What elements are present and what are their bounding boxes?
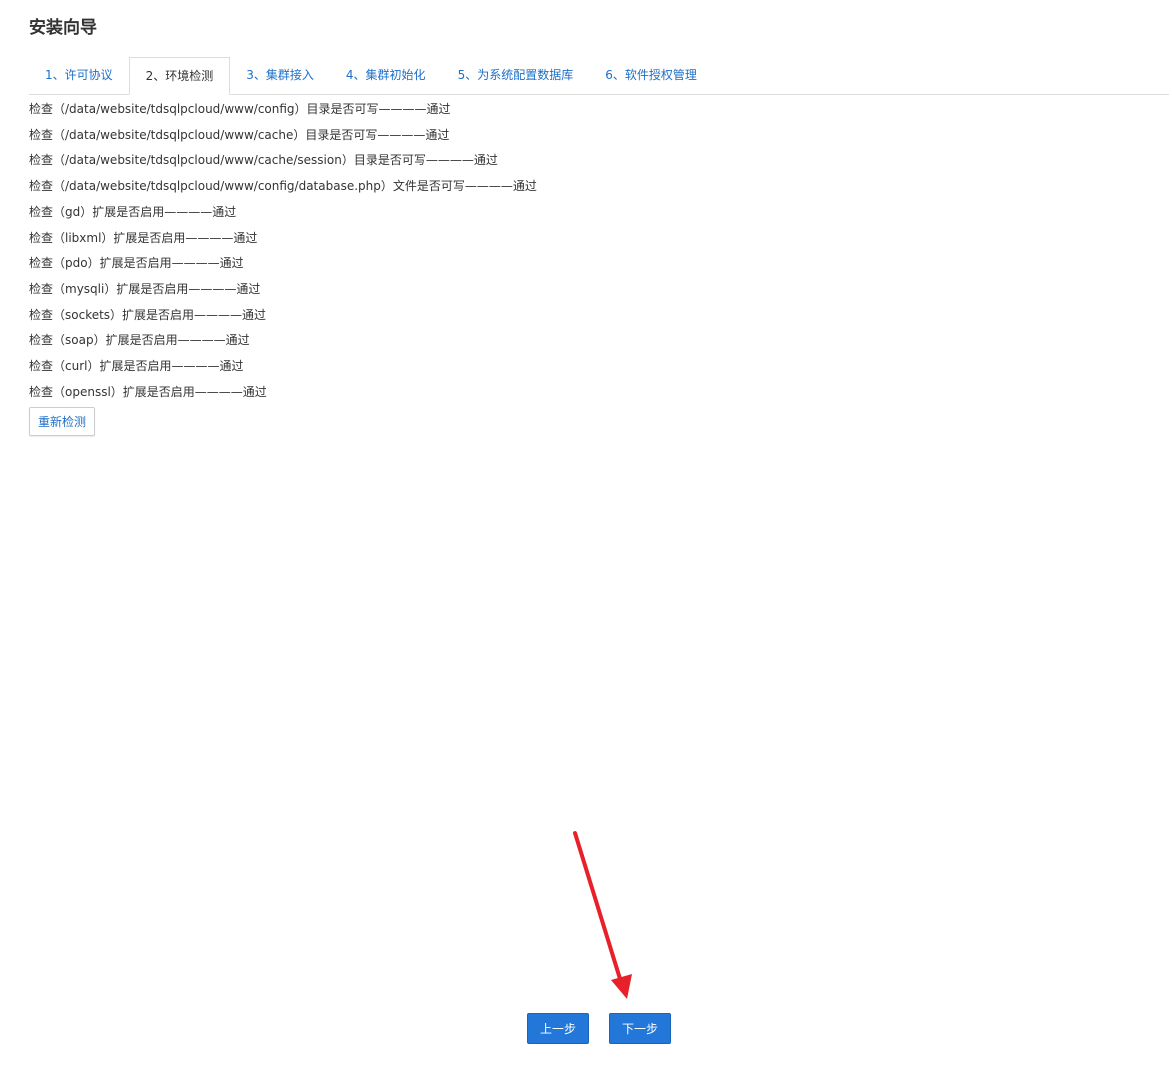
check-item: 检查（openssl）扩展是否启用————通过 [29, 384, 267, 399]
check-item: 检查（libxml）扩展是否启用————通过 [29, 230, 258, 245]
check-item: 检查（/data/website/tdsqlpcloud/www/cache）目… [29, 127, 450, 142]
tab-database-config[interactable]: 5、为系统配置数据库 [442, 57, 590, 94]
tab-environment-check[interactable]: 2、环境检测 [128, 57, 231, 95]
tab-license-agreement[interactable]: 1、许可协议 [29, 57, 129, 94]
check-item: 检查（/data/website/tdsqlpcloud/www/config/… [29, 179, 537, 194]
wizard-tabs: 1、许可协议 2、环境检测 3、集群接入 4、集群初始化 5、为系统配置数据库 … [29, 56, 1169, 95]
check-list: 检查（/data/website/tdsqlpcloud/www/config）… [29, 97, 537, 405]
check-item: 检查（/data/website/tdsqlpcloud/www/cache/s… [29, 153, 498, 168]
check-item: 检查（sockets）扩展是否启用————通过 [29, 307, 267, 322]
prev-step-button[interactable]: 上一步 [527, 1013, 589, 1044]
tab-license-management[interactable]: 6、软件授权管理 [589, 57, 713, 94]
tab-cluster-init[interactable]: 4、集群初始化 [330, 57, 442, 94]
recheck-button[interactable]: 重新检测 [29, 407, 95, 436]
check-item: 检查（/data/website/tdsqlpcloud/www/config）… [29, 102, 451, 116]
page-title: 安装向导 [29, 18, 97, 38]
check-item: 检查（mysqli）扩展是否启用————通过 [29, 281, 261, 296]
check-item: 检查（gd）扩展是否启用————通过 [29, 204, 237, 219]
check-item: 检查（soap）扩展是否启用————通过 [29, 333, 250, 348]
check-item: 检查（curl）扩展是否启用————通过 [29, 359, 244, 374]
next-step-button[interactable]: 下一步 [609, 1013, 671, 1044]
check-item: 检查（pdo）扩展是否启用————通过 [29, 256, 244, 271]
tab-cluster-access[interactable]: 3、集群接入 [230, 57, 330, 94]
